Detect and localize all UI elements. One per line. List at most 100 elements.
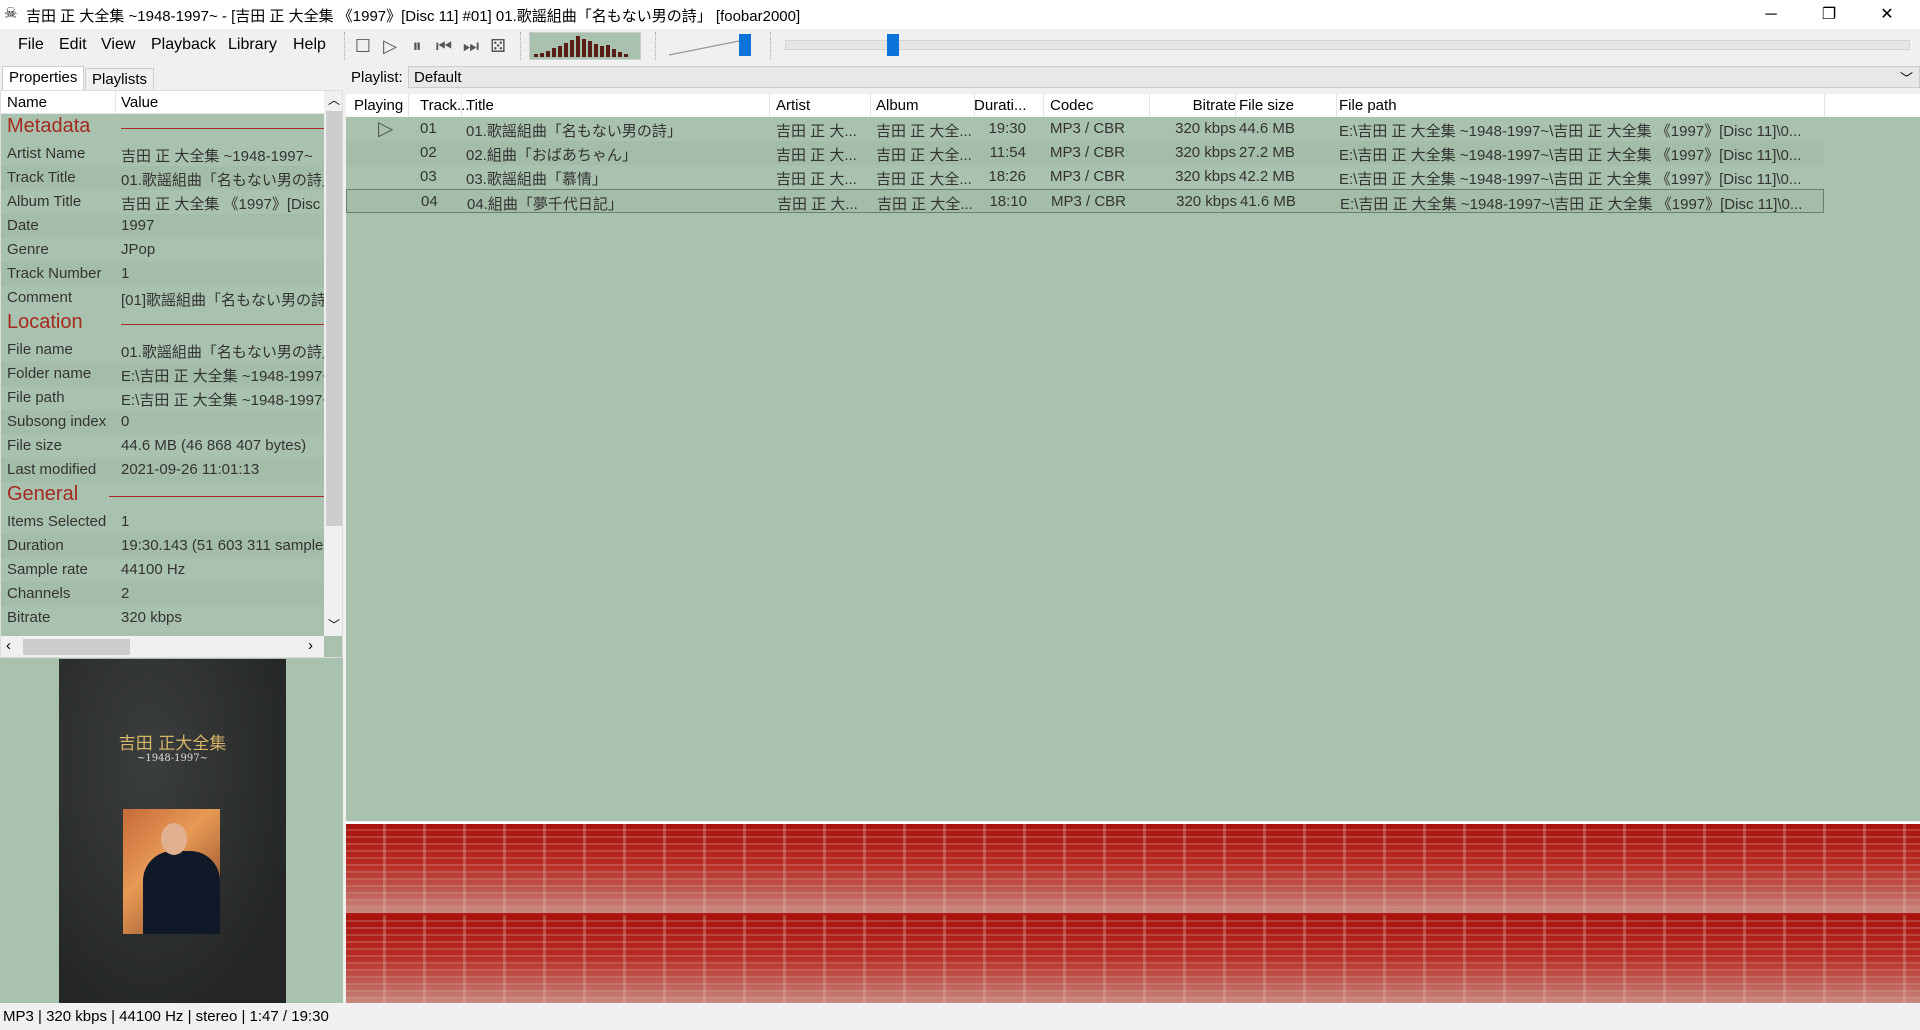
menu-library[interactable]: Library [228, 36, 277, 54]
menu-help[interactable]: Help [293, 36, 326, 54]
column-separator[interactable] [974, 94, 975, 117]
column-name[interactable]: Name [7, 94, 47, 111]
property-value: 01.歌謡組曲「名もない男の詩」 [121, 344, 324, 361]
property-row[interactable]: Items Selected 1 [1, 510, 324, 534]
property-row[interactable]: Date 1997 [1, 214, 324, 238]
property-row[interactable]: Genre JPop [1, 238, 324, 262]
minimize-button[interactable]: ─ [1742, 0, 1800, 29]
playlist-row[interactable]: 04 04.組曲「夢千代日記」 吉田 正 大... 吉田 正 大全... 18:10 MP… [346, 189, 1824, 213]
cell-codec: MP3 / CBR [1050, 168, 1126, 185]
spectrum-bar [534, 54, 538, 57]
cell-bitrate: 320 kbps [1176, 193, 1237, 210]
property-row[interactable]: Channels 2 [1, 582, 324, 606]
cell-artist: 吉田 正 大... [776, 123, 857, 140]
column-header-codec[interactable]: Codec [1050, 97, 1150, 114]
scroll-up-icon[interactable]: ︿ [328, 91, 340, 108]
property-row[interactable]: Last modified 2021-09-26 11:01:13 [1, 458, 324, 482]
property-row[interactable]: Artist Name 吉田 正 大全集 ~1948-1997~ [1, 142, 324, 166]
column-separator[interactable] [461, 94, 462, 117]
scroll-left-icon[interactable]: ‹ [6, 637, 11, 654]
playlist-row[interactable]: 03 03.歌謡組曲「慕情」 吉田 正 大... 吉田 正 大全... 18:26 MP3… [346, 165, 1824, 189]
property-name: Channels [7, 585, 71, 602]
property-value: [01]歌謡組曲「名もない男の詩」 [121, 292, 324, 309]
scroll-thumb[interactable] [326, 111, 342, 526]
artist-photo [123, 809, 220, 934]
property-row[interactable]: File path E:\吉田 正 大全集 ~1948-1997~ [1, 386, 324, 410]
spectrum-bar [558, 46, 562, 57]
menu-edit[interactable]: Edit [59, 36, 87, 54]
column-separator[interactable] [1824, 94, 1825, 117]
tab-playlists[interactable]: Playlists [85, 68, 155, 92]
spectrum-bar [540, 53, 544, 57]
random-icon[interactable]: ⚄ [487, 35, 509, 57]
status-text: MP3 | 320 kbps | 44100 Hz | stereo | 1:4… [3, 1008, 329, 1025]
previous-icon[interactable]: ⏮ [433, 35, 455, 57]
tab-properties[interactable]: Properties [2, 66, 85, 90]
scroll-down-icon[interactable]: ﹀ [328, 616, 340, 633]
cell-duration: 18:26 [988, 168, 1026, 185]
column-separator[interactable] [1336, 94, 1337, 117]
column-separator[interactable] [1149, 94, 1150, 117]
volume-slider[interactable] [667, 33, 753, 59]
property-row[interactable]: Folder name E:\吉田 正 大全集 ~1948-1997~ [1, 362, 324, 386]
volume-thumb[interactable] [739, 34, 751, 56]
property-row[interactable]: File name 01.歌謡組曲「名もない男の詩」 [1, 338, 324, 362]
play-icon[interactable]: ▷ [379, 35, 401, 57]
restore-button[interactable]: ❐ [1800, 0, 1858, 29]
column-separator[interactable] [1235, 94, 1236, 117]
property-row[interactable]: Sample rate 44100 Hz [1, 558, 324, 582]
horizontal-scrollbar[interactable]: ‹ › [1, 636, 324, 657]
property-row[interactable]: Bitrate 320 kbps [1, 606, 324, 630]
column-separator[interactable] [769, 94, 770, 117]
column-header-playing[interactable]: Playing [354, 97, 414, 114]
menu-playback[interactable]: Playback [151, 36, 216, 54]
property-row[interactable]: Subsong index 0 [1, 410, 324, 434]
cell-file-path: E:\吉田 正 大全集 ~1948-1997~\吉田 正 大全集 《1997》[… [1339, 147, 1802, 164]
playlist-row[interactable]: 02 02.組曲「おばあちゃん」 吉田 正 大... 吉田 正 大全... 11:54 M… [346, 141, 1824, 165]
property-row[interactable]: File size 44.6 MB (46 868 407 bytes) [1, 434, 324, 458]
section-divider [121, 324, 324, 325]
property-row[interactable]: Comment [01]歌謡組曲「名もない男の詩」 [1, 286, 324, 310]
seek-thumb[interactable] [887, 34, 900, 56]
property-name: Subsong index [7, 413, 107, 430]
column-separator[interactable] [870, 94, 871, 117]
vertical-scrollbar[interactable]: ︿ ﹀ [324, 91, 342, 636]
column-separator[interactable] [1043, 94, 1044, 117]
playlist-row[interactable]: ▷ 01 01.歌謡組曲「名もない男の詩」 吉田 正 大... 吉田 正 大全... 19… [346, 117, 1824, 141]
scroll-right-icon[interactable]: › [308, 637, 313, 654]
column-header-artist[interactable]: Artist [776, 97, 871, 114]
cell-file-size: 27.2 MB [1239, 144, 1295, 161]
column-value[interactable]: Value [121, 94, 158, 111]
seek-bar[interactable] [785, 34, 1910, 56]
column-header-title[interactable]: Title [466, 97, 686, 114]
playlist-dropdown[interactable]: Default ﹀ [408, 66, 1920, 88]
stop-icon[interactable]: ☐ [352, 35, 374, 57]
column-separator[interactable] [408, 94, 409, 117]
column-header-file-path[interactable]: File path [1339, 97, 1849, 114]
property-value: 44.6 MB (46 868 407 bytes) [121, 437, 307, 454]
section-general: General [1, 482, 324, 510]
property-row[interactable]: Track Number 1 [1, 262, 324, 286]
menu-file[interactable]: File [18, 36, 44, 54]
column-header-file-size[interactable]: File size [1239, 97, 1334, 114]
section-title: Metadata [7, 115, 91, 137]
next-icon[interactable]: ⏭ [460, 35, 482, 57]
cell-file-size: 42.2 MB [1239, 168, 1295, 185]
property-row[interactable]: Duration 19:30.143 (51 603 311 samples) [1, 534, 324, 558]
property-name: Track Title [7, 169, 76, 186]
scroll-thumb[interactable] [23, 639, 130, 655]
close-button[interactable]: ✕ [1858, 0, 1916, 29]
cell-album: 吉田 正 大全... [876, 171, 972, 188]
album-art-subtitle: ~1948-1997~ [136, 753, 209, 764]
cell-file-path: E:\吉田 正 大全集 ~1948-1997~\吉田 正 大全集 《1997》[… [1339, 171, 1802, 188]
property-row[interactable]: Album Title 吉田 正 大全集 《1997》[Disc 11] [1, 190, 324, 214]
pause-icon[interactable]: ⏸ [406, 35, 428, 57]
status-bar: MP3 | 320 kbps | 44100 Hz | stereo | 1:4… [0, 1003, 1920, 1030]
property-row[interactable]: Track Title 01.歌謡組曲「名もない男の詩」 [1, 166, 324, 190]
properties-header: Name Value [1, 91, 324, 114]
column-header-album[interactable]: Album [876, 97, 974, 114]
spectrum-bar [612, 49, 616, 57]
column-header-bitrate[interactable]: Bitrate [1161, 97, 1236, 114]
menu-view[interactable]: View [101, 36, 135, 54]
column-header-duration[interactable]: Durati... [974, 97, 1026, 114]
